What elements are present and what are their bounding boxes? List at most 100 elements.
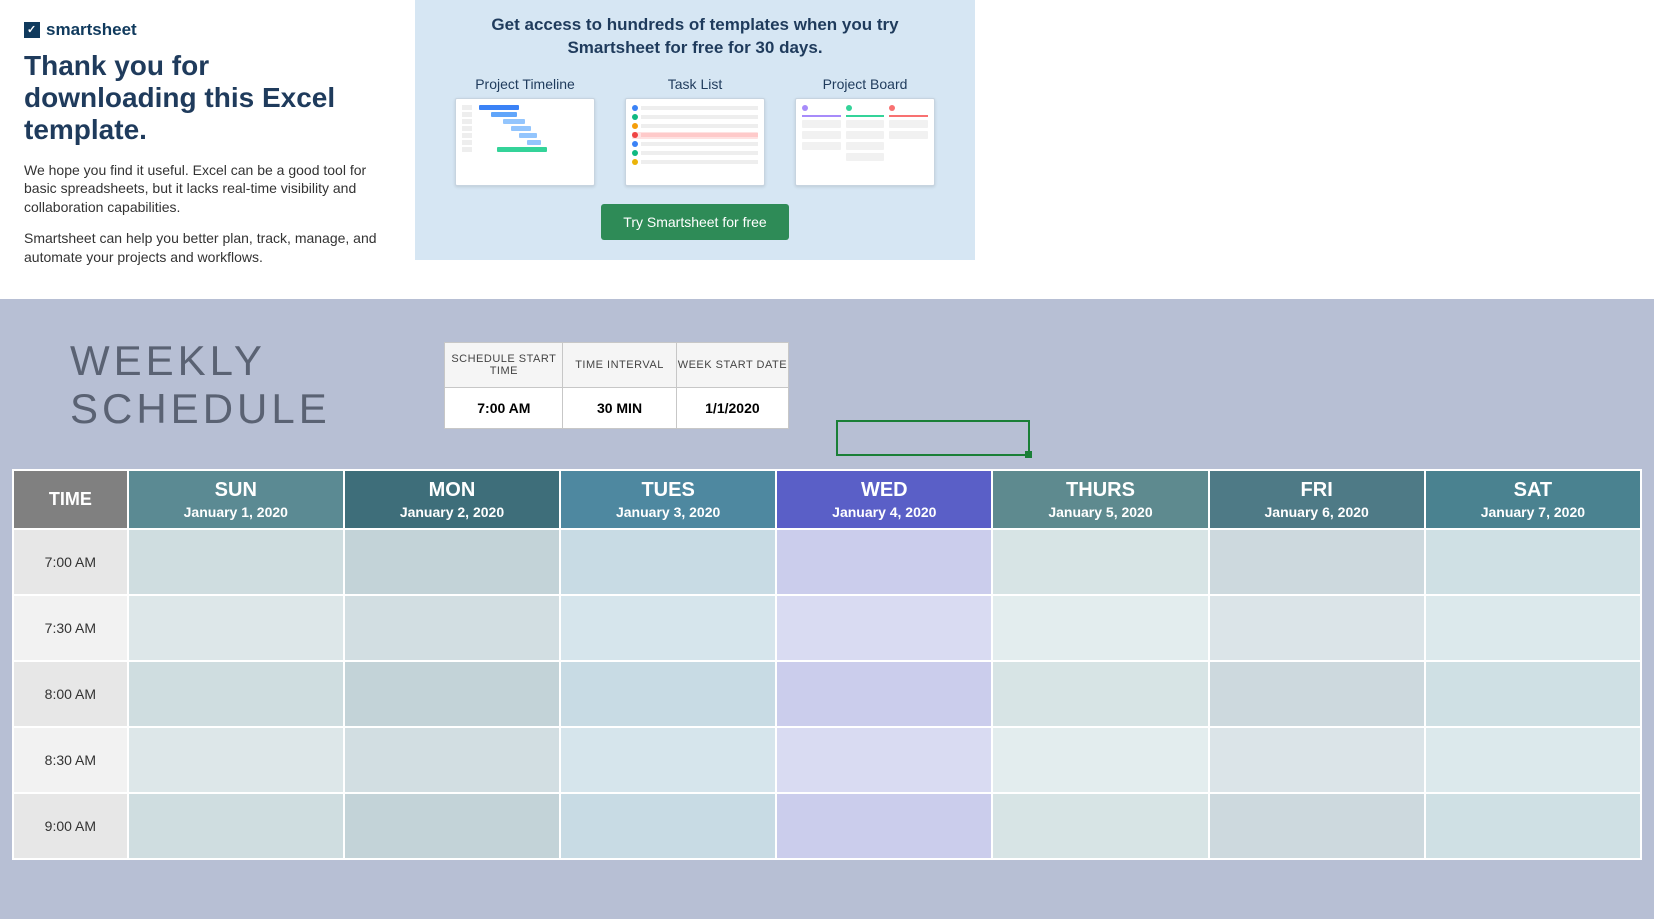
calendar-cell[interactable] [560, 793, 776, 859]
schedule-title: WEEKLY SCHEDULE [70, 337, 424, 433]
promo-banner: smartsheet Thank you for downloading thi… [0, 0, 1654, 299]
day-header-fri: FRI January 6, 2020 [1209, 470, 1425, 529]
calendar-cell[interactable] [1425, 793, 1641, 859]
day-header-tues: TUES January 3, 2020 [560, 470, 776, 529]
calendar-cell[interactable] [560, 529, 776, 595]
calendar-cell[interactable] [128, 793, 344, 859]
calendar-cell[interactable] [992, 793, 1208, 859]
calendar-cell[interactable] [1425, 661, 1641, 727]
calendar-cell[interactable] [560, 661, 776, 727]
thumb-label: Project Board [795, 76, 935, 92]
day-header-sun: SUN January 1, 2020 [128, 470, 344, 529]
thumb-label: Task List [625, 76, 765, 92]
calendar-cell[interactable] [992, 661, 1208, 727]
calendar-cell[interactable] [344, 661, 560, 727]
thumb-project-timeline[interactable]: Project Timeline [455, 76, 595, 186]
settings-table: SCHEDULE START TIME TIME INTERVAL WEEK S… [444, 342, 789, 429]
day-date: January 3, 2020 [561, 504, 775, 520]
calendar-cell[interactable] [1209, 661, 1425, 727]
smartsheet-icon [24, 22, 40, 38]
calendar-row: 8:00 AM [13, 661, 1641, 727]
calendar-cell[interactable] [776, 727, 992, 793]
calendar-cell[interactable] [1425, 595, 1641, 661]
calendar-cell[interactable] [776, 529, 992, 595]
active-cell-selection [836, 420, 1030, 456]
day-date: January 6, 2020 [1210, 504, 1424, 520]
calendar-row: 7:00 AM [13, 529, 1641, 595]
settings-value-week-start[interactable]: 1/1/2020 [676, 387, 788, 428]
calendar-cell[interactable] [776, 595, 992, 661]
time-cell: 9:00 AM [13, 793, 128, 859]
day-date: January 7, 2020 [1426, 504, 1640, 520]
promo-title: Thank you for downloading this Excel tem… [24, 50, 385, 147]
day-name: TUES [561, 479, 775, 502]
calendar-cell[interactable] [776, 793, 992, 859]
calendar-cell[interactable] [776, 661, 992, 727]
promo-body-1: We hope you find it useful. Excel can be… [24, 161, 385, 218]
template-thumbs: Project Timeline Task List [455, 76, 935, 186]
day-name: SAT [1426, 479, 1640, 502]
time-cell: 8:30 AM [13, 727, 128, 793]
calendar-cell[interactable] [560, 727, 776, 793]
thumb-task-list[interactable]: Task List [625, 76, 765, 186]
day-date: January 5, 2020 [993, 504, 1207, 520]
calendar-row: 7:30 AM [13, 595, 1641, 661]
schedule-area: WEEKLY SCHEDULE SCHEDULE START TIME TIME… [0, 299, 1654, 919]
calendar-cell[interactable] [344, 793, 560, 859]
day-header-wed: WED January 4, 2020 [776, 470, 992, 529]
day-date: January 2, 2020 [345, 504, 559, 520]
calendar-cell[interactable] [128, 595, 344, 661]
day-name: WED [777, 479, 991, 502]
settings-wrap: SCHEDULE START TIME TIME INTERVAL WEEK S… [444, 342, 1184, 429]
settings-header: SCHEDULE START TIME [445, 342, 563, 387]
day-header-thurs: THURS January 5, 2020 [992, 470, 1208, 529]
day-date: January 1, 2020 [129, 504, 343, 520]
settings-value-start-time[interactable]: 7:00 AM [445, 387, 563, 428]
day-name: MON [345, 479, 559, 502]
promo-headline: Get access to hundreds of templates when… [455, 14, 935, 60]
day-name: FRI [1210, 479, 1424, 502]
timeline-thumb-image [455, 98, 595, 186]
try-smartsheet-button[interactable]: Try Smartsheet for free [601, 204, 788, 240]
settings-header: WEEK START DATE [676, 342, 788, 387]
day-name: SUN [129, 479, 343, 502]
day-date: January 4, 2020 [777, 504, 991, 520]
calendar-cell[interactable] [344, 595, 560, 661]
calendar-cell[interactable] [560, 595, 776, 661]
calendar-grid: TIME SUN January 1, 2020 MON January 2, … [12, 469, 1642, 860]
time-cell: 7:00 AM [13, 529, 128, 595]
promo-left: smartsheet Thank you for downloading thi… [0, 0, 385, 299]
settings-header: TIME INTERVAL [563, 342, 677, 387]
thumb-label: Project Timeline [455, 76, 595, 92]
day-header-mon: MON January 2, 2020 [344, 470, 560, 529]
promo-right: Get access to hundreds of templates when… [415, 0, 975, 260]
brand: smartsheet [24, 20, 385, 40]
calendar-cell[interactable] [128, 529, 344, 595]
promo-body-2: Smartsheet can help you better plan, tra… [24, 229, 385, 267]
calendar-cell[interactable] [344, 727, 560, 793]
calendar-cell[interactable] [1209, 727, 1425, 793]
calendar-cell[interactable] [992, 595, 1208, 661]
calendar-cell[interactable] [1209, 595, 1425, 661]
time-column-header: TIME [13, 470, 128, 529]
calendar-cell[interactable] [128, 661, 344, 727]
brand-name: smartsheet [46, 20, 137, 40]
calendar-cell[interactable] [1209, 793, 1425, 859]
calendar-cell[interactable] [1425, 529, 1641, 595]
day-header-sat: SAT January 7, 2020 [1425, 470, 1641, 529]
time-cell: 8:00 AM [13, 661, 128, 727]
settings-value-interval[interactable]: 30 MIN [563, 387, 677, 428]
time-cell: 7:30 AM [13, 595, 128, 661]
calendar-cell[interactable] [992, 529, 1208, 595]
calendar-cell[interactable] [1209, 529, 1425, 595]
calendar-cell[interactable] [344, 529, 560, 595]
calendar-row: 8:30 AM [13, 727, 1641, 793]
day-name: THURS [993, 479, 1207, 502]
selection-fill-handle[interactable] [1025, 451, 1032, 458]
calendar-cell[interactable] [1425, 727, 1641, 793]
thumb-project-board[interactable]: Project Board [795, 76, 935, 186]
calendar-cell[interactable] [128, 727, 344, 793]
calendar-cell[interactable] [992, 727, 1208, 793]
board-thumb-image [795, 98, 935, 186]
tasklist-thumb-image [625, 98, 765, 186]
